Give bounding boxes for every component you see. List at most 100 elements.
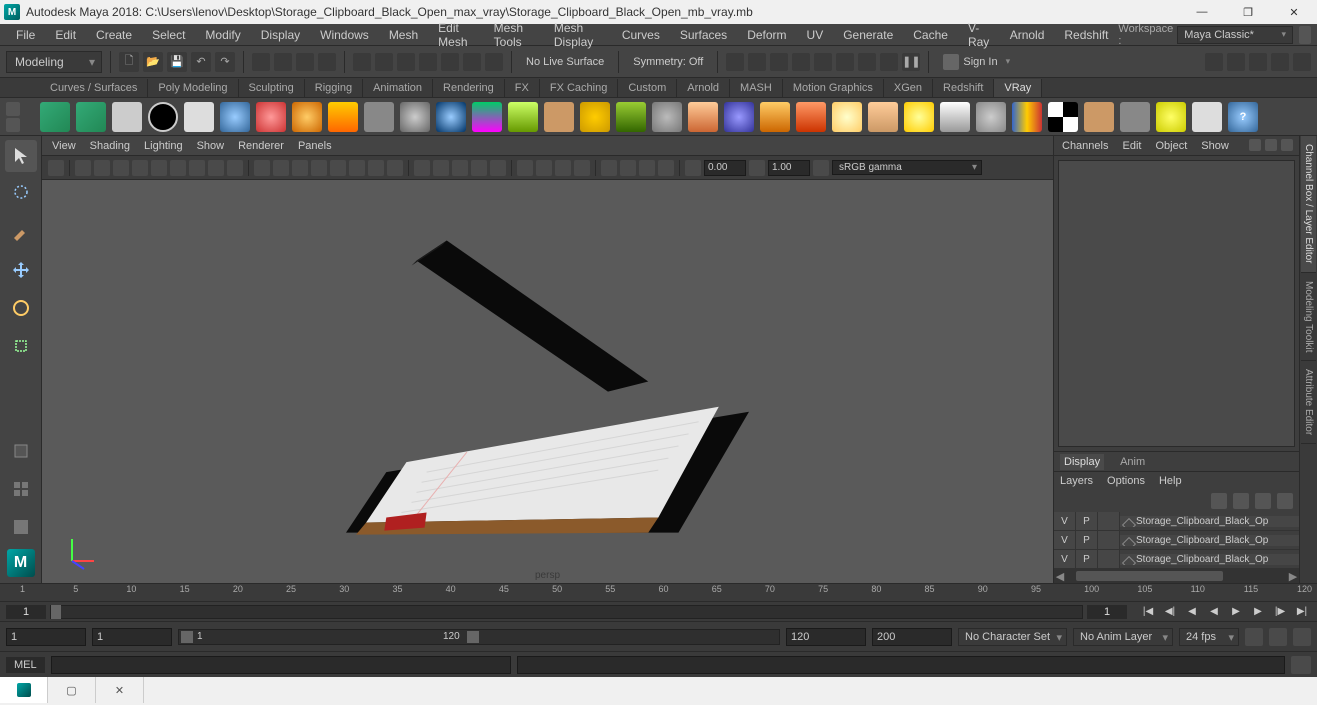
shelf-tab-curves[interactable]: Curves / Surfaces (40, 79, 148, 97)
shelf-tab-xgen[interactable]: XGen (884, 79, 933, 97)
vray-shelf-icon-27[interactable] (976, 102, 1006, 132)
current-frame[interactable]: 1 (6, 605, 46, 619)
vp-tool-28-icon[interactable] (601, 160, 617, 176)
layer-vis-toggle[interactable]: V (1054, 531, 1076, 549)
lasso-tool-icon[interactable] (5, 178, 37, 210)
vray-shelf-icon-19[interactable] (688, 102, 718, 132)
vp-tool-26-icon[interactable] (555, 160, 571, 176)
vp-tool-32-icon[interactable] (685, 160, 701, 176)
shelf-tab-sculpting[interactable]: Sculpting (239, 79, 305, 97)
layer-name[interactable]: Storage_Clipboard_Black_Op (1120, 535, 1299, 546)
rotate-tool-icon[interactable] (5, 292, 37, 324)
vp-tool-27-icon[interactable] (574, 160, 590, 176)
shelf-tab-animation[interactable]: Animation (363, 79, 433, 97)
layer-btn-4-icon[interactable] (1277, 493, 1293, 509)
layer-row[interactable]: V P Storage_Clipboard_Black_Op (1054, 550, 1299, 569)
history-icon[interactable] (726, 53, 744, 71)
last-tool-icon[interactable] (5, 435, 37, 467)
cb-menu-object[interactable]: Object (1155, 140, 1187, 152)
menu-windows[interactable]: Windows (310, 25, 379, 45)
select-component-icon[interactable] (318, 53, 336, 71)
workspace-dropdown[interactable]: Maya Classic* (1177, 26, 1293, 44)
layer-row[interactable]: V P Storage_Clipboard_Black_Op (1054, 512, 1299, 531)
menu-mesh-display[interactable]: Mesh Display (544, 18, 612, 52)
range-end-input[interactable] (872, 628, 952, 646)
shelf-tab-rigging[interactable]: Rigging (305, 79, 363, 97)
layer-play-toggle[interactable]: P (1076, 531, 1098, 549)
menu-select[interactable]: Select (142, 25, 195, 45)
live-surface-label[interactable]: No Live Surface (520, 56, 610, 68)
layout-quad-icon[interactable] (5, 473, 37, 505)
vp-tool-11-icon[interactable] (254, 160, 270, 176)
select-mode-icon[interactable] (252, 53, 270, 71)
script-editor-icon[interactable] (1291, 656, 1311, 674)
vray-shelf-icon-12[interactable] (436, 102, 466, 132)
vp-tool-23-icon[interactable] (490, 160, 506, 176)
snap-point-icon[interactable] (397, 53, 415, 71)
render-seq-icon[interactable] (792, 53, 810, 71)
shelf-editor-icon[interactable] (6, 102, 20, 116)
taskbar-item-3[interactable]: ✕ (96, 677, 144, 703)
menu-arnold[interactable]: Arnold (1000, 25, 1055, 45)
snap-toggle-icon[interactable] (485, 53, 503, 71)
vp-tool-25-icon[interactable] (536, 160, 552, 176)
layer-vis-toggle[interactable]: V (1054, 512, 1076, 530)
goto-start-button[interactable]: |◀ (1139, 604, 1157, 620)
menu-generate[interactable]: Generate (833, 25, 903, 45)
layer-btn-1-icon[interactable] (1211, 493, 1227, 509)
vp-menu-renderer[interactable]: Renderer (238, 140, 284, 152)
new-scene-icon[interactable]: 🗋 (119, 52, 139, 72)
layer-empty-toggle[interactable] (1098, 512, 1120, 530)
vp-tool-34-icon[interactable] (813, 160, 829, 176)
vp-tool-15-icon[interactable] (330, 160, 346, 176)
fps-dropdown[interactable]: 24 fps (1179, 628, 1239, 646)
snap-curve-icon[interactable] (375, 53, 393, 71)
vray-shelf-icon-23[interactable] (832, 102, 862, 132)
taskbar-item-2[interactable]: ▢ (48, 677, 96, 703)
vray-shelf-icon-29[interactable] (1048, 102, 1078, 132)
save-scene-icon[interactable]: 💾 (167, 52, 187, 72)
pause-icon[interactable]: ❚❚ (902, 53, 920, 71)
vray-shelf-icon-33[interactable] (1192, 102, 1222, 132)
layer-btn-3-icon[interactable] (1255, 493, 1271, 509)
vp-tool-13-icon[interactable] (292, 160, 308, 176)
minimize-button[interactable]: — (1179, 0, 1225, 24)
layer-row[interactable]: V P Storage_Clipboard_Black_Op (1054, 531, 1299, 550)
layer-menu-help[interactable]: Help (1159, 475, 1182, 487)
loop-icon[interactable] (1245, 628, 1263, 646)
vray-shelf-icon-17[interactable] (616, 102, 646, 132)
vp-tool-16-icon[interactable] (349, 160, 365, 176)
vp-menu-view[interactable]: View (52, 140, 76, 152)
time-track[interactable] (50, 605, 1083, 619)
vray-shelf-icon-4[interactable] (148, 102, 178, 132)
vp-tool-10-icon[interactable] (227, 160, 243, 176)
vray-shelf-icon-5[interactable] (184, 102, 214, 132)
play-forward-button[interactable]: ▶ (1227, 604, 1245, 620)
ipr-icon[interactable] (770, 53, 788, 71)
vray-shelf-icon-25[interactable] (904, 102, 934, 132)
taskbar-maya-app[interactable] (0, 677, 48, 703)
vray-shelf-icon-13[interactable] (472, 102, 502, 132)
menu-edit-mesh[interactable]: Edit Mesh (428, 18, 484, 52)
layer-play-toggle[interactable]: P (1076, 550, 1098, 568)
redo-icon[interactable]: ↷ (215, 52, 235, 72)
vray-shelf-icon-1[interactable] (40, 102, 70, 132)
layer-menu-layers[interactable]: Layers (1060, 475, 1093, 487)
snap-live-icon[interactable] (441, 53, 459, 71)
vp-tool-6-icon[interactable] (151, 160, 167, 176)
vray-shelf-icon-14[interactable] (508, 102, 538, 132)
close-button[interactable]: ✕ (1271, 0, 1317, 24)
vp-tool-31-icon[interactable] (658, 160, 674, 176)
menu-cache[interactable]: Cache (903, 25, 958, 45)
render-settings-icon[interactable] (814, 53, 832, 71)
vray-help-icon[interactable]: ? (1228, 102, 1258, 132)
maximize-button[interactable]: ❐ (1225, 0, 1271, 24)
open-scene-icon[interactable]: 📂 (143, 52, 163, 72)
vp-tool-2-icon[interactable] (75, 160, 91, 176)
undo-icon[interactable]: ↶ (191, 52, 211, 72)
vp-gamma-input[interactable] (768, 160, 810, 176)
step-back-key-button[interactable]: ◀| (1161, 604, 1179, 620)
menu-mesh-tools[interactable]: Mesh Tools (484, 18, 544, 52)
command-input[interactable] (51, 656, 511, 674)
cb-menu-channels[interactable]: Channels (1062, 140, 1108, 152)
